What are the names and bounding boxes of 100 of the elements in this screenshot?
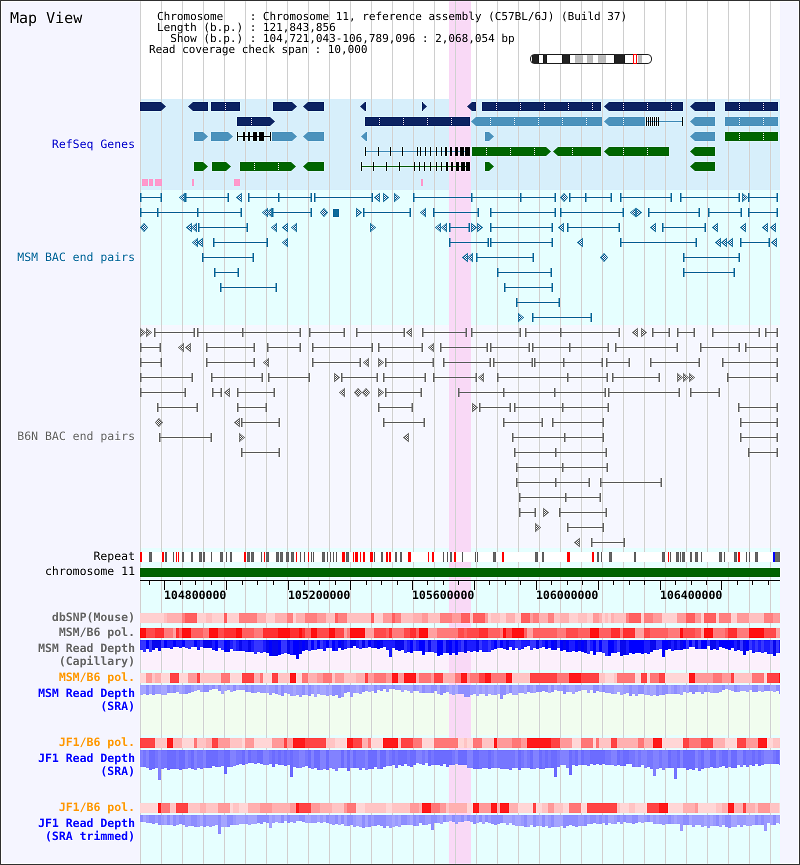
bac-end-pair: [748, 208, 778, 217]
gene-feature: [237, 132, 271, 141]
bac-end-pair: [490, 223, 553, 232]
bac-end-pair: [214, 268, 239, 277]
bac-end-pair: [748, 193, 778, 202]
bac-end-pair: [202, 253, 254, 262]
track-label: B6N BAC end pairs: [17, 429, 135, 443]
bac-end-arrowhead: [262, 358, 269, 368]
bac-end-pair: [383, 373, 426, 382]
gene-feature: [361, 132, 367, 141]
bac-end-diamond: [560, 192, 568, 202]
info-value: : 104,721,043-106,789,096 : 2,068,054 bp: [250, 33, 516, 44]
feature-mark: [192, 179, 194, 186]
bac-end-pair: [314, 193, 373, 202]
gene-feature: [240, 162, 296, 171]
axis-tick-label: 105600000: [412, 588, 474, 602]
bac-end-pair: [309, 328, 345, 337]
track-label: JF1/B6 pol.: [58, 800, 135, 814]
gene-feature: [690, 147, 715, 156]
gene-feature: [211, 132, 233, 141]
bac-end-pair: [356, 328, 405, 337]
bac-end-arrowhead: [472, 402, 478, 412]
bac-end-pair: [683, 268, 735, 277]
bac-end-pair: [383, 418, 425, 427]
track-label: RefSeq Genes: [52, 137, 135, 151]
gene-feature: [188, 102, 208, 111]
bac-end-pair: [241, 448, 280, 457]
axis-tick-label: 105200000: [288, 588, 350, 602]
bac-end-pair: [213, 238, 268, 247]
bac-end-pair: [198, 223, 248, 232]
gene-feature: [553, 147, 601, 156]
info-value: : 10,000: [314, 43, 368, 56]
bac-end-pair: [569, 193, 612, 202]
view-title: Map View: [10, 9, 82, 27]
gene-feature: [272, 132, 297, 141]
bac-end-pair: [740, 418, 778, 427]
bac-end-pair: [519, 508, 536, 517]
gene-feature: [646, 117, 683, 126]
bac-end-pair: [206, 343, 255, 352]
bac-end-pair: [312, 343, 373, 352]
info-label: Read coverage check span: [149, 43, 308, 56]
bac-end-pair: [312, 358, 361, 367]
bac-end-pair: [748, 448, 778, 457]
gene-feature: [467, 102, 476, 111]
bac-end-pair: [648, 208, 700, 217]
gene-feature: [604, 117, 645, 126]
bac-end-pair: [433, 208, 479, 217]
axis-tick-label: 106000000: [536, 588, 598, 602]
bac-end-pair: [600, 478, 662, 487]
gene-feature: [212, 162, 231, 171]
bac-end-pair: [378, 403, 413, 412]
track-label: MSM Read Depth (SRA): [38, 686, 135, 713]
bac-end-pair: [652, 328, 670, 337]
gene-feature: [604, 147, 669, 156]
bac-end-pair: [237, 388, 275, 397]
gene-feature: [690, 132, 715, 141]
bac-end-pair: [385, 358, 434, 367]
gene-feature: [690, 102, 715, 111]
info-label: Length (b.p.): [156, 22, 244, 33]
bac-end-arrowhead: [178, 192, 185, 202]
gene-feature: [140, 102, 166, 111]
gene-feature: [422, 102, 427, 111]
track-label: MSM/B6 pol.: [58, 625, 135, 639]
bac-end-pair: [378, 343, 423, 352]
info-label: Show (b.p.): [170, 33, 244, 44]
bac-end-pair: [140, 193, 162, 202]
bac-end-pair: [591, 538, 625, 547]
bac-end-arrowhead: [428, 342, 434, 352]
bac-end-pair: [479, 403, 511, 412]
bac-end-pair: [212, 388, 222, 397]
info-label: Chromosome: [157, 11, 224, 22]
axis-tick-label: 106400000: [660, 588, 722, 602]
bac-end-pair: [140, 388, 186, 397]
bac-end-pair: [745, 343, 778, 352]
bac-end-pair: [612, 373, 660, 382]
bac-end-pair: [740, 433, 778, 442]
bac-end-pair: [677, 328, 695, 337]
axis-tick-label: 104800000: [164, 588, 226, 602]
bac-end-pair: [248, 193, 312, 202]
track-label: MSM Read Depth (Capillary): [38, 641, 135, 668]
bac-end-pair: [140, 343, 161, 352]
track-label: JF1/B6 pol.: [58, 735, 135, 749]
bac-end-arrowhead: [574, 538, 580, 548]
bac-end-arrowhead: [742, 192, 748, 202]
bac-end-pair: [185, 193, 229, 202]
track-label: MSM BAC end pairs: [17, 250, 135, 264]
gene-feature: [485, 162, 494, 171]
bac-end-pair: [504, 283, 553, 292]
bac-end-pair: [140, 373, 193, 382]
bac-end-arrowhead: [224, 388, 230, 398]
bac-end-diamond: [140, 222, 148, 232]
bac-end-pair: [220, 283, 277, 292]
bac-end-pair: [449, 223, 470, 232]
bac-end-pair: [490, 343, 530, 352]
bac-end-pair: [708, 208, 742, 217]
bac-end-pair: [440, 343, 488, 352]
bac-end-pair: [559, 508, 607, 517]
gene-feature: [303, 162, 324, 171]
bac-end-pair: [490, 208, 556, 217]
gene-feature: [273, 102, 297, 111]
